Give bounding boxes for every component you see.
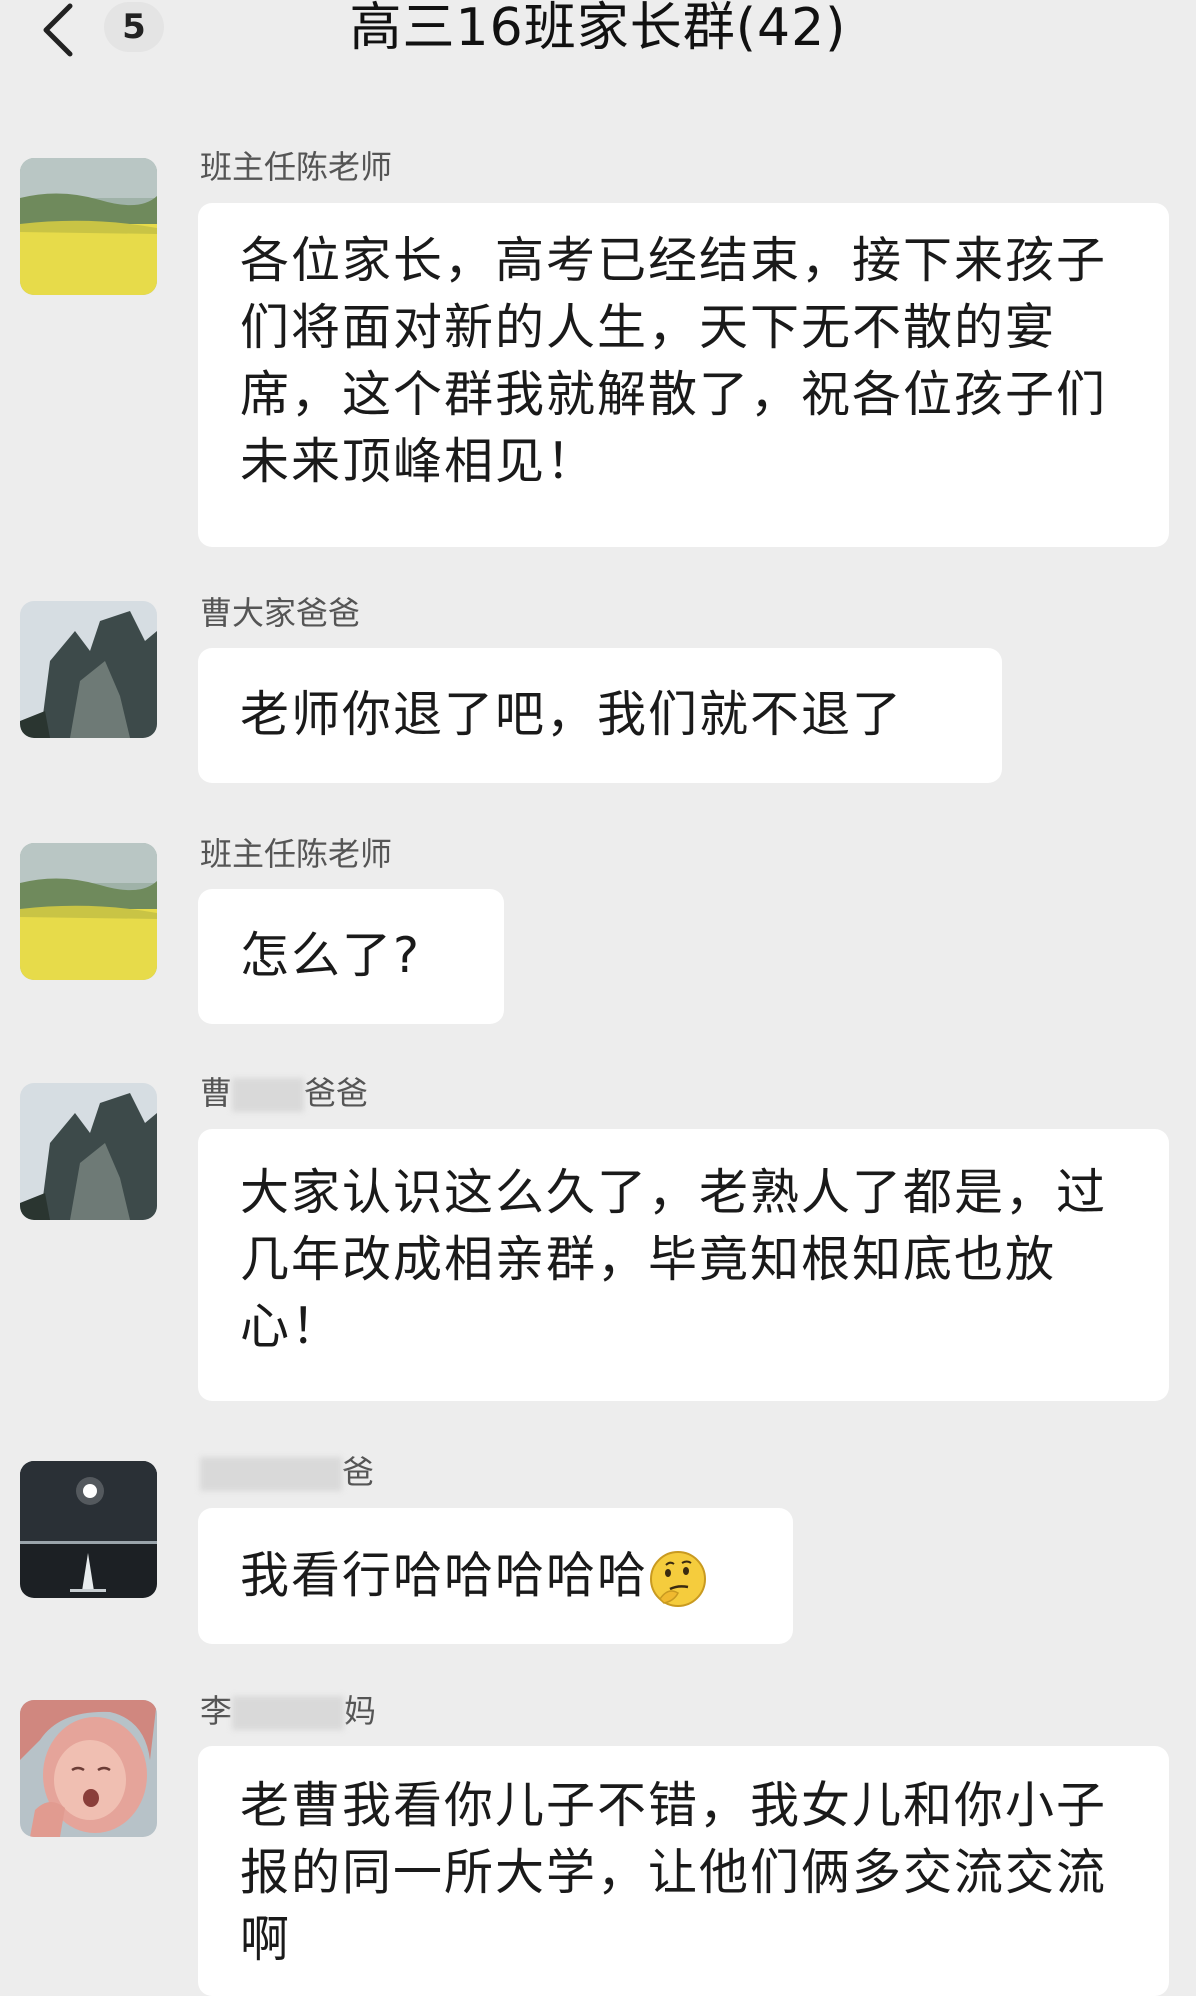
chat-header: 5 高三16班家长群(42)	[0, 0, 1196, 64]
rock-cliff-avatar[interactable]	[20, 1083, 157, 1220]
sender-name: 班主任陈老师	[200, 148, 393, 186]
message-bubble[interactable]: 我看行哈哈哈哈哈	[198, 1508, 793, 1644]
message-text: 大家认识这么久了，老熟人了都是，过几年改成相亲群，毕竟知根知底也放心！	[240, 1164, 1108, 1355]
redacted-name	[200, 1457, 342, 1491]
landscape-field-avatar[interactable]	[20, 158, 157, 295]
sender-name: 曹爸爸	[200, 1074, 369, 1112]
sender-name: 李妈	[200, 1692, 377, 1730]
baby-photo-avatar[interactable]	[20, 1700, 157, 1837]
chat-title: 高三16班家长群(42)	[349, 0, 847, 58]
message-bubble[interactable]: 怎么了?	[198, 889, 504, 1024]
redacted-name	[232, 1078, 305, 1112]
message-bubble[interactable]: 老曹我看你儿子不错，我女儿和你小子报的同一所大学，让他们俩多交流交流啊	[198, 1746, 1169, 1996]
redacted-name	[232, 1696, 345, 1730]
message-text: 老曹我看你儿子不错，我女儿和你小子报的同一所大学，让他们俩多交流交流啊	[240, 1777, 1108, 1968]
message-bubble[interactable]: 各位家长，高考已经结束，接下来孩子们将面对新的人生，天下无不散的宴席，这个群我就…	[198, 203, 1169, 547]
sender-name: 班主任陈老师	[200, 835, 393, 873]
thinking-face-emoji	[648, 1549, 708, 1609]
rock-cliff-avatar[interactable]	[20, 601, 157, 738]
sender-name: 曹大家爸爸	[200, 594, 361, 632]
message-text: 老师你退了吧，我们就不退了	[240, 686, 904, 743]
moon-sea-avatar[interactable]	[20, 1461, 157, 1598]
message-text: 我看行哈哈哈哈哈	[240, 1547, 649, 1604]
message-text: 怎么了?	[240, 927, 422, 984]
sender-name: 爸	[200, 1452, 374, 1492]
message-bubble[interactable]: 老师你退了吧，我们就不退了	[198, 648, 1002, 783]
landscape-field-avatar[interactable]	[20, 843, 157, 980]
message-text: 各位家长，高考已经结束，接下来孩子们将面对新的人生，天下无不散的宴席，这个群我就…	[240, 232, 1108, 490]
message-bubble[interactable]: 大家认识这么久了，老熟人了都是，过几年改成相亲群，毕竟知根知底也放心！	[198, 1129, 1169, 1401]
